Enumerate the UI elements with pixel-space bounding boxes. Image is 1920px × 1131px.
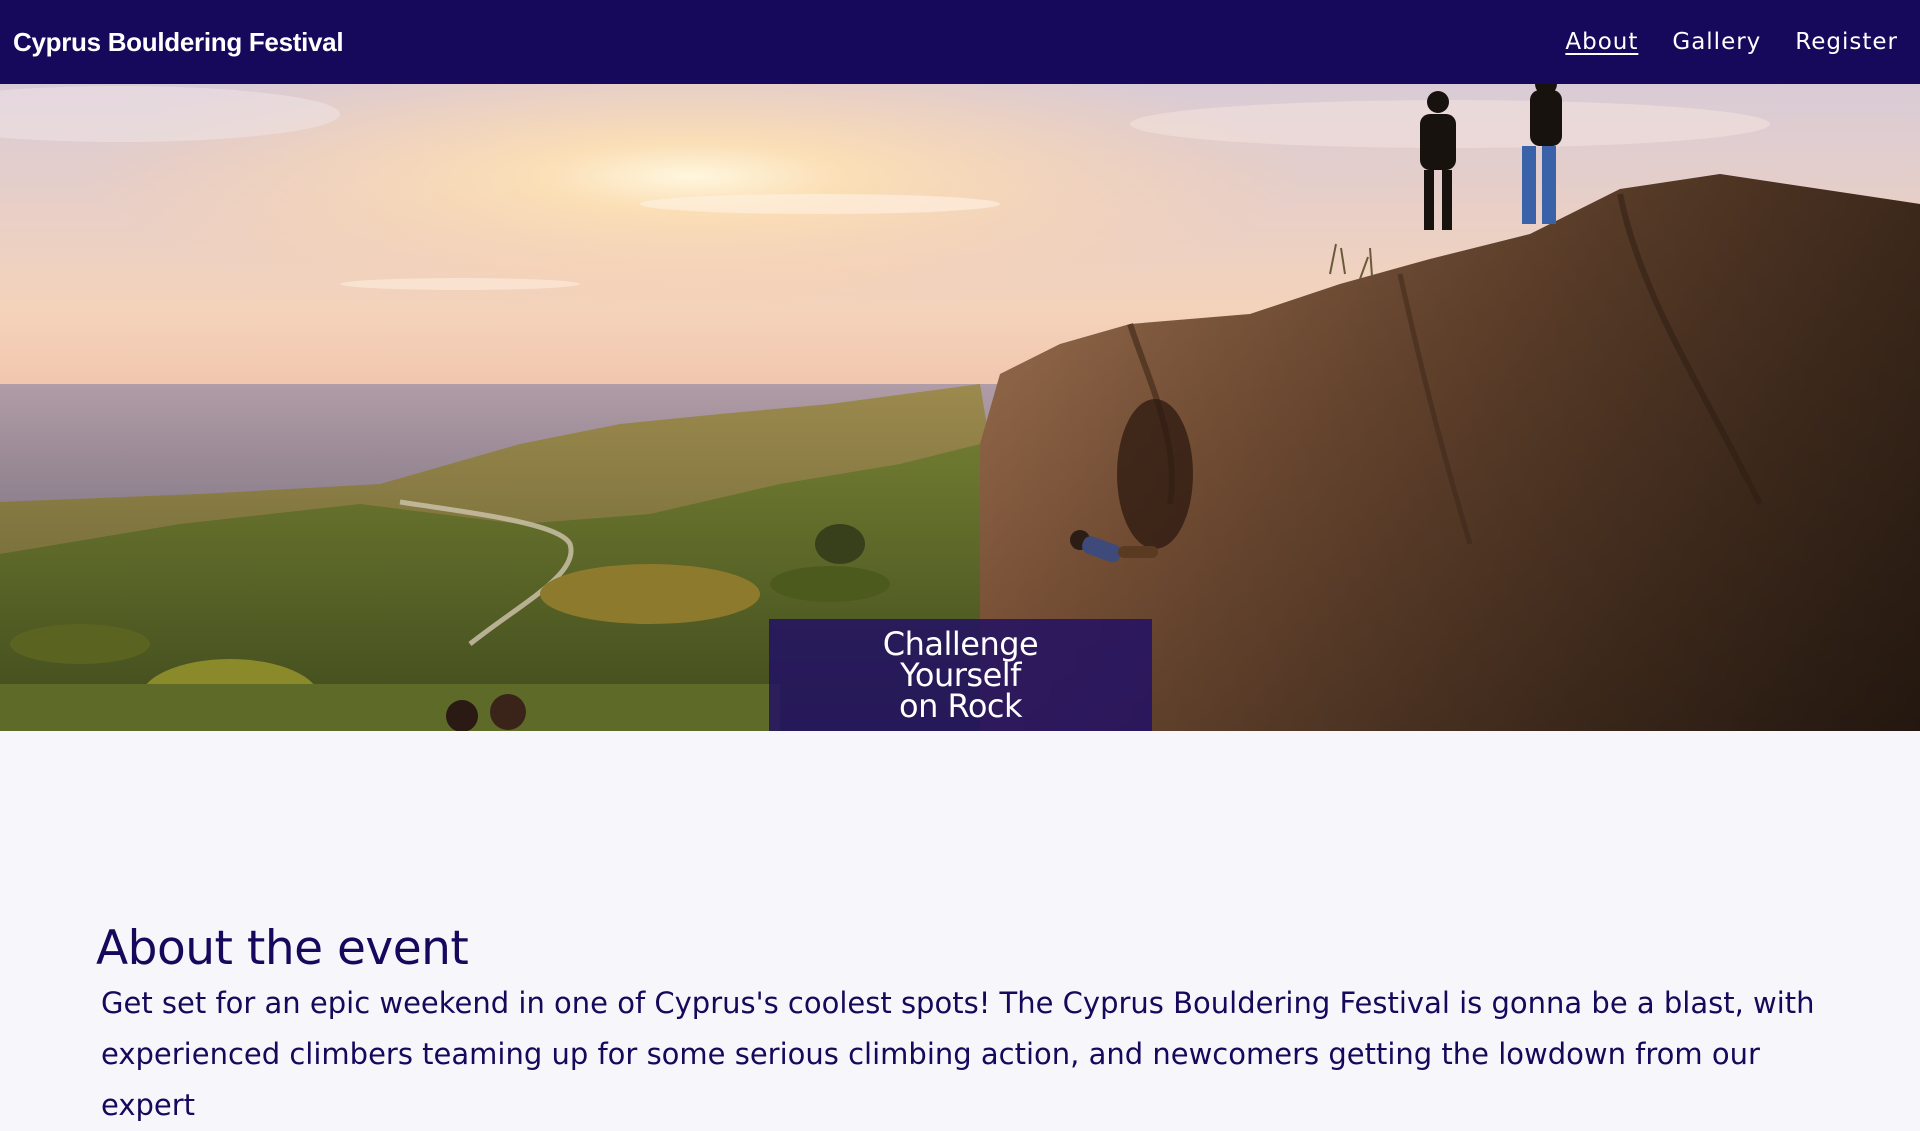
nav-link-register[interactable]: Register [1795,29,1898,55]
hero-section: Challenge Yourself on Rock [0,84,1920,731]
nav-links: About Gallery Register [1565,29,1898,55]
nav-link-gallery[interactable]: Gallery [1672,29,1761,55]
nav-link-about[interactable]: About [1565,29,1638,55]
cta-line-3: on Rock [898,686,1023,725]
cta-line-2: Yourself [900,655,1021,694]
about-description: Get set for an epic weekend in one of Cy… [101,986,1815,1122]
hero-cta-box[interactable]: Challenge Yourself on Rock [769,619,1152,731]
top-navbar: Cyprus Bouldering Festival About Gallery… [0,0,1920,84]
site-brand[interactable]: Cyprus Bouldering Festival [13,27,344,58]
about-title: About the event [96,921,469,976]
cta-line-1: Challenge [882,624,1039,663]
about-section: About the event Get set for an epic week… [0,731,1920,1122]
